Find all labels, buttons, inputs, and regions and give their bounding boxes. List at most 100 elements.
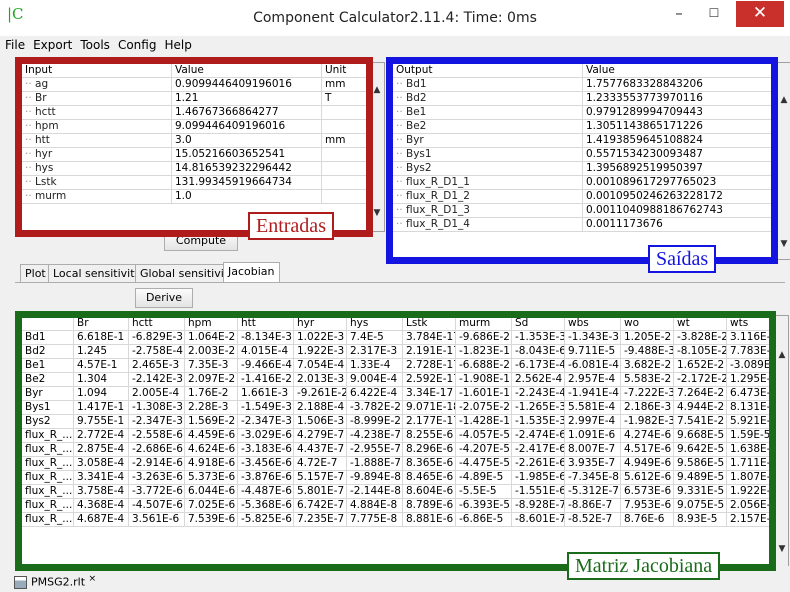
jacobian-cell[interactable]: 1.33E-4 — [346, 358, 403, 373]
input-value-cell[interactable]: 14.816539232296442 — [171, 161, 322, 176]
jacobian-row-label[interactable]: Byr — [21, 386, 74, 401]
tab-plot[interactable]: Plot — [20, 264, 51, 283]
jacobian-cell[interactable]: 4.274E-6 — [620, 428, 674, 443]
jacobian-cell[interactable]: -6.829E-3 — [128, 330, 185, 345]
input-name-cell[interactable]: Lstk — [21, 175, 172, 190]
jacobian-cell[interactable]: 4.624E-6 — [184, 442, 238, 457]
jacobian-cell[interactable]: -2.914E-6 — [128, 456, 185, 471]
jacobian-cell[interactable]: -2.347E-3 — [237, 414, 294, 429]
jacobian-row[interactable]: Be2 1.304 -2.142E-3 2.097E-2 -1.416E-2 2.013E… — [21, 372, 782, 387]
output-value-cell[interactable]: 1.3051143865171226 — [582, 119, 777, 134]
input-value-cell[interactable]: 1.21 — [171, 91, 322, 106]
scroll-down-icon[interactable]: ▼ — [775, 544, 788, 554]
input-unit-cell[interactable]: mm — [321, 133, 370, 148]
input-header-unit[interactable]: Unit — [321, 63, 370, 78]
jacobian-cell[interactable]: -3.782E-2 — [346, 400, 403, 415]
jacobian-cell[interactable]: 1.76E-2 — [184, 386, 238, 401]
jacobian-cell[interactable]: 6.618E-1 — [73, 330, 129, 345]
output-name-cell[interactable]: flux_R_D1_2 — [392, 189, 583, 204]
output-name-cell[interactable]: Bys2 — [392, 161, 583, 176]
jacobian-cell[interactable]: 5.581E-4 — [564, 400, 621, 415]
jacobian-cell[interactable]: 9.668E-5 — [673, 428, 727, 443]
jacobian-cell[interactable]: -8.043E-6 — [511, 344, 565, 359]
jacobian-cell[interactable]: 1.091E-6 — [564, 428, 621, 443]
jacobian-cell[interactable]: 7.541E-2 — [673, 414, 727, 429]
jacobian-cell[interactable]: -3.876E-6 — [237, 470, 294, 485]
jacobian-cell[interactable]: 1.094 — [73, 386, 129, 401]
jacobian-cell[interactable]: 4.72E-7 — [293, 456, 347, 471]
jacobian-column-header[interactable]: Sd — [511, 316, 565, 331]
scroll-up-icon[interactable]: ▲ — [777, 95, 790, 105]
output-row[interactable]: Be10.9791289994709443 — [392, 105, 777, 120]
jacobian-cell[interactable]: 4.884E-8 — [346, 498, 403, 513]
jacobian-cell[interactable]: 9.331E-5 — [673, 484, 727, 499]
jacobian-cell[interactable]: 3.561E-6 — [128, 512, 185, 527]
jacobian-cell[interactable]: 2.005E-4 — [128, 386, 185, 401]
jacobian-cell[interactable]: 8.465E-6 — [402, 470, 456, 485]
input-row[interactable]: ag0.9099446409196016mm — [21, 77, 370, 92]
jacobian-cell[interactable]: 1.652E-2 — [673, 358, 727, 373]
jacobian-cell[interactable]: -8.105E-2 — [673, 344, 727, 359]
tab-local-sensitivity[interactable]: Local sensitivity — [48, 264, 147, 283]
jacobian-cell[interactable]: 4.57E-1 — [73, 358, 129, 373]
scroll-down-icon[interactable]: ▼ — [777, 239, 790, 249]
jacobian-column-header[interactable]: wo — [620, 316, 674, 331]
jacobian-column-header[interactable]: wbs — [564, 316, 621, 331]
input-name-cell[interactable]: hctt — [21, 105, 172, 120]
input-row[interactable]: hpm9.099446409196016 — [21, 119, 370, 134]
jacobian-cell[interactable]: 9.075E-5 — [673, 498, 727, 513]
output-name-cell[interactable]: Be2 — [392, 119, 583, 134]
menu-file[interactable]: File — [0, 36, 28, 54]
input-name-cell[interactable]: Br — [21, 91, 172, 106]
scroll-up-icon[interactable]: ▲ — [370, 85, 384, 95]
jacobian-column-header[interactable]: htt — [237, 316, 294, 331]
jacobian-cell[interactable]: 7.775E-8 — [346, 512, 403, 527]
menu-tools[interactable]: Tools — [75, 36, 113, 54]
jacobian-row[interactable]: flux_R_... 4.368E-4 -4.507E-6 7.025E-6 -5.36… — [21, 498, 782, 513]
input-value-cell[interactable]: 9.099446409196016 — [171, 119, 322, 134]
jacobian-row-label[interactable]: flux_R_... — [21, 470, 74, 485]
input-row[interactable]: Lstk131.99345919664734 — [21, 175, 370, 190]
jacobian-cell[interactable]: 6.422E-4 — [346, 386, 403, 401]
jacobian-row[interactable]: Bys1 1.417E-1 -1.308E-3 2.28E-3 -1.549E-3 2.1… — [21, 400, 782, 415]
jacobian-cell[interactable]: 3.758E-4 — [73, 484, 129, 499]
jacobian-cell[interactable]: -8.601E-7 — [511, 512, 565, 527]
jacobian-cell[interactable]: 8.365E-6 — [402, 456, 456, 471]
jacobian-cell[interactable]: 8.93E-5 — [673, 512, 727, 527]
jacobian-cell[interactable]: 4.687E-4 — [73, 512, 129, 527]
jacobian-cell[interactable]: 9.004E-4 — [346, 372, 403, 387]
jacobian-cell[interactable]: 8.255E-6 — [402, 428, 456, 443]
output-value-cell[interactable]: 1.3956892519950397 — [582, 161, 777, 176]
jacobian-row-label[interactable]: Be2 — [21, 372, 74, 387]
output-row[interactable]: Byr1.4193859645108824 — [392, 133, 777, 148]
jacobian-cell[interactable]: 1.205E-2 — [620, 330, 674, 345]
jacobian-cell[interactable]: 5.583E-2 — [620, 372, 674, 387]
jacobian-cell[interactable]: -1.549E-3 — [237, 400, 294, 415]
jacobian-cell[interactable]: 4.517E-6 — [620, 442, 674, 457]
jacobian-cell[interactable]: 5.612E-6 — [620, 470, 674, 485]
input-unit-cell[interactable] — [321, 189, 370, 204]
output-value-cell[interactable]: 0.0011040988186762743 — [582, 203, 777, 218]
jacobian-cell[interactable]: -5.5E-5 — [455, 484, 512, 499]
jacobian-cell[interactable]: 3.34E-17 — [402, 386, 456, 401]
jacobian-cell[interactable]: 3.341E-4 — [73, 470, 129, 485]
input-name-cell[interactable]: hyr — [21, 147, 172, 162]
jacobian-column-header[interactable] — [21, 316, 74, 331]
jacobian-cell[interactable]: -1.265E-3 — [511, 400, 565, 415]
input-unit-cell[interactable] — [321, 161, 370, 176]
output-row[interactable]: flux_R_D1_10.001089617297765023 — [392, 175, 777, 190]
output-scrollbar[interactable]: ▲ ▼ — [776, 63, 790, 259]
jacobian-cell[interactable]: 1.661E-3 — [237, 386, 294, 401]
jacobian-cell[interactable]: -2.172E-2 — [673, 372, 727, 387]
scroll-up-icon[interactable]: ▲ — [775, 350, 788, 360]
jacobian-cell[interactable]: -1.823E-1 — [455, 344, 512, 359]
jacobian-cell[interactable]: 1.417E-1 — [73, 400, 129, 415]
jacobian-cell[interactable]: 1.064E-2 — [184, 330, 238, 345]
jacobian-row-label[interactable]: Bys2 — [21, 414, 74, 429]
jacobian-column-header[interactable]: Br — [73, 316, 129, 331]
output-name-cell[interactable]: Be1 — [392, 105, 583, 120]
jacobian-cell[interactable]: 2.188E-4 — [293, 400, 347, 415]
jacobian-cell[interactable]: -6.393E-5 — [455, 498, 512, 513]
jacobian-cell[interactable]: -5.825E-6 — [237, 512, 294, 527]
jacobian-cell[interactable]: 6.742E-7 — [293, 498, 347, 513]
